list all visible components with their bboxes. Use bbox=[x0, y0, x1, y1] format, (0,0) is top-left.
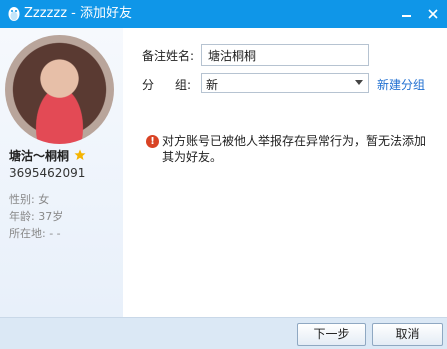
profile-location: 所在地: - - bbox=[9, 227, 61, 240]
profile-nickname: 塘沽～桐桐 bbox=[9, 149, 70, 163]
group-label-part1: 分 bbox=[142, 78, 155, 92]
profile-age: 年龄: 37岁 bbox=[9, 210, 64, 223]
dialog-footer: 下一步 取消 bbox=[0, 317, 447, 349]
profile-gender: 性别: 女 bbox=[9, 193, 50, 206]
chevron-down-icon bbox=[355, 80, 363, 85]
window-title: Zzzzzz - 添加好友 bbox=[24, 6, 132, 21]
close-icon bbox=[428, 9, 438, 19]
group-select[interactable]: 新 bbox=[201, 73, 369, 93]
remark-input[interactable] bbox=[201, 44, 369, 66]
new-group-link[interactable]: 新建分组 bbox=[377, 76, 425, 93]
avatar bbox=[5, 35, 114, 144]
close-button[interactable] bbox=[420, 0, 446, 28]
group-select-value: 新 bbox=[206, 78, 219, 92]
remark-label: 备注姓名: bbox=[142, 49, 195, 63]
penguin-icon bbox=[8, 7, 20, 21]
cancel-button[interactable]: 取消 bbox=[372, 323, 443, 346]
profile-qq-number: 3695462091 bbox=[9, 166, 86, 180]
warning-icon: ! bbox=[146, 135, 159, 148]
add-friend-form bbox=[123, 28, 447, 317]
group-label-part2: 组: bbox=[175, 78, 192, 92]
star-icon bbox=[74, 149, 86, 160]
warning-message: 对方账号已被他人举报存在异常行为，暂无法添加其为好友。 bbox=[162, 134, 427, 164]
next-button[interactable]: 下一步 bbox=[297, 323, 366, 346]
minimize-button[interactable] bbox=[393, 0, 419, 28]
title-bar[interactable]: Zzzzzz - 添加好友 bbox=[0, 0, 447, 28]
